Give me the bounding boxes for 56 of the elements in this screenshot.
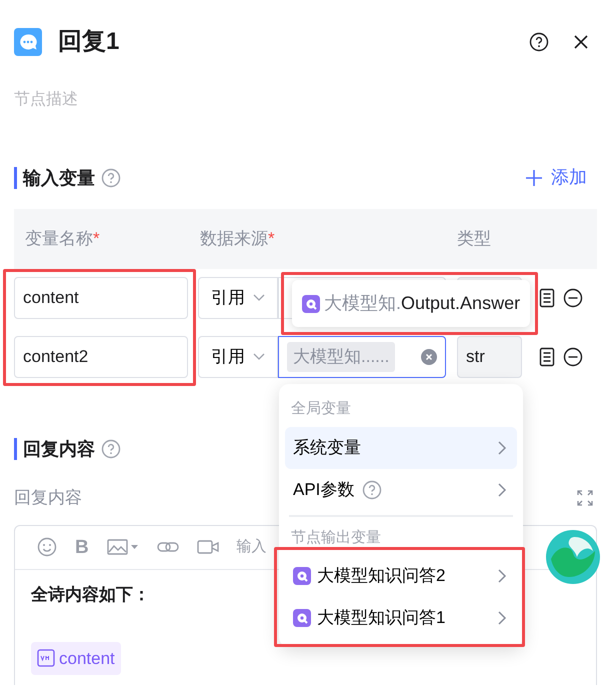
menu-item[interactable]: 大模型知识问答1 (285, 597, 517, 639)
field-label: 回复内容 (14, 487, 82, 509)
chevron-right-icon (497, 440, 507, 456)
menu-group-label: 全局变量 (290, 399, 352, 419)
variable-icon (37, 649, 55, 668)
document-icon[interactable] (539, 288, 555, 308)
add-button[interactable]: 添加 (525, 164, 587, 191)
chevron-right-icon (497, 610, 507, 626)
help-icon (362, 480, 382, 500)
remove-icon[interactable] (563, 288, 583, 308)
close-icon (573, 34, 589, 50)
source-select[interactable]: 引用 (198, 336, 278, 378)
chevron-right-icon (497, 482, 507, 498)
clear-icon[interactable] (421, 349, 437, 365)
chevron-down-icon (253, 353, 265, 361)
section-title: 回复内容 (14, 438, 95, 460)
smiley-icon[interactable] (37, 537, 57, 557)
help-icon (101, 168, 121, 188)
help-icon (101, 439, 121, 459)
close-button[interactable] (573, 34, 589, 50)
expand-icon[interactable] (577, 490, 593, 506)
toolbar-hint: 输入 (236, 536, 267, 557)
content-heading: 全诗内容如下： (31, 584, 150, 606)
remove-icon[interactable] (563, 347, 583, 367)
required-mark: * (93, 228, 100, 250)
link-icon[interactable] (156, 540, 179, 554)
chevron-right-icon (497, 568, 507, 584)
image-icon[interactable] (106, 538, 139, 556)
chat-bubble-icon (14, 28, 42, 56)
panel-title: 回复1 (58, 27, 120, 57)
plus-icon (525, 168, 543, 186)
value-tag: 大模型知...... (287, 342, 396, 372)
chevron-down-icon (253, 294, 265, 302)
name-input[interactable]: content2 (14, 336, 188, 378)
menu-group-label: 节点输出变量 (290, 528, 382, 548)
menu-item[interactable]: 系统变量 (285, 426, 517, 468)
menu-item[interactable]: 大模型知识问答2 (285, 555, 517, 597)
help-icon (529, 32, 549, 52)
document-icon[interactable] (539, 347, 555, 367)
column-header: 变量名称 (25, 228, 93, 250)
chat-node-icon (293, 609, 311, 627)
tooltip-text: 大模型知.Output.Answer (324, 292, 520, 315)
video-icon[interactable] (196, 539, 219, 555)
help-button[interactable] (529, 32, 549, 52)
name-input[interactable]: content (14, 277, 188, 319)
source-select[interactable]: 引用 (198, 277, 278, 319)
chat-node-icon (293, 567, 311, 585)
type-field: str (457, 336, 522, 378)
required-mark: * (268, 228, 275, 250)
swirl-logo[interactable] (545, 529, 601, 585)
menu-item[interactable]: API参数 (285, 468, 517, 510)
chat-node-icon (302, 294, 320, 312)
variable-tag: content (31, 642, 121, 675)
column-header: 类型 (457, 228, 491, 250)
column-header: 数据来源 (200, 228, 268, 250)
section-title: 输入变量 (14, 166, 95, 188)
